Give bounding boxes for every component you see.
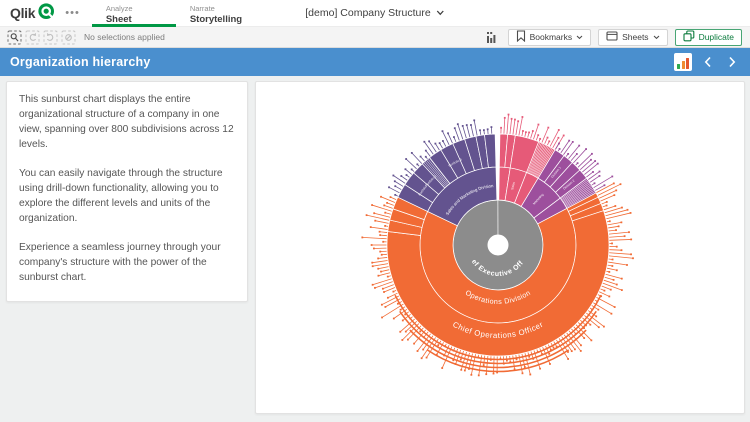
tab-analyze-sheet[interactable]: Analyze Sheet — [92, 0, 176, 26]
description-paragraph: This sunburst chart displays the entire … — [19, 93, 235, 153]
description-panel: This sunburst chart displays the entire … — [6, 81, 248, 302]
step-back-icon[interactable] — [24, 29, 40, 45]
bookmarks-button[interactable]: Bookmarks — [508, 29, 592, 46]
step-forward-icon[interactable] — [42, 29, 58, 45]
smart-search-icon[interactable] — [6, 29, 22, 45]
clear-selections-icon[interactable] — [60, 29, 76, 45]
sheet-title: Organization hierarchy — [10, 55, 151, 69]
sheets-button[interactable]: Sheets — [598, 29, 667, 46]
sheet-nav — [674, 53, 740, 71]
sheet-header: Organization hierarchy — [0, 48, 750, 76]
bookmarks-label: Bookmarks — [530, 32, 573, 42]
global-menu-button[interactable]: ••• — [61, 0, 92, 26]
app-title-text: [demo] Company Structure — [305, 7, 430, 19]
sunburst-chart[interactable]: Chief Executive OfficerOperations Divisi… — [256, 82, 745, 414]
bookmark-icon — [516, 30, 526, 44]
chevron-down-icon — [576, 32, 583, 42]
chevron-down-icon — [437, 7, 445, 19]
description-paragraph: You can easily navigate through the stru… — [19, 167, 235, 227]
tab-narrate-storytelling[interactable]: Narrate Storytelling — [176, 0, 260, 26]
tab-kicker: Analyze — [106, 4, 162, 13]
tab-kicker: Narrate — [190, 4, 246, 13]
insight-advisor-icon[interactable] — [485, 29, 501, 45]
qlik-q-icon — [38, 3, 55, 23]
sheets-icon — [606, 31, 618, 43]
duplicate-button[interactable]: Duplicate — [675, 29, 742, 46]
qlik-logo[interactable]: Qlik — [0, 0, 61, 26]
qlik-sense-app: { "app": {"logo_text": "Qlik", "menu_ell… — [0, 0, 750, 422]
sheet-content: This sunburst chart displays the entire … — [0, 76, 750, 422]
next-sheet-button[interactable] — [724, 53, 740, 71]
ellipsis-icon: ••• — [65, 7, 80, 19]
tab-label: Storytelling — [190, 14, 246, 25]
duplicate-label: Duplicate — [699, 32, 734, 42]
sunburst-chart-panel[interactable]: Chief Executive OfficerOperations Divisi… — [255, 81, 745, 414]
duplicate-icon — [683, 30, 695, 44]
previous-sheet-button[interactable] — [700, 53, 716, 71]
chevron-down-icon — [653, 32, 660, 42]
sheets-label: Sheets — [622, 32, 648, 42]
toolbar-right: Bookmarks Sheets Duplicate — [485, 29, 745, 46]
app-title-dropdown[interactable]: [demo] Company Structure — [305, 0, 444, 26]
selections-bar: No selections applied Bookmarks Sheets D… — [0, 27, 750, 48]
qlik-logo-text: Qlik — [10, 5, 35, 21]
description-paragraph: Experience a seamless journey through yo… — [19, 241, 235, 286]
tab-label: Sheet — [106, 14, 162, 25]
sheet-thumbnail-icon[interactable] — [674, 53, 692, 71]
top-bar: Qlik ••• Analyze Sheet Narrate Storytell… — [0, 0, 750, 27]
selections-status: No selections applied — [84, 32, 165, 42]
